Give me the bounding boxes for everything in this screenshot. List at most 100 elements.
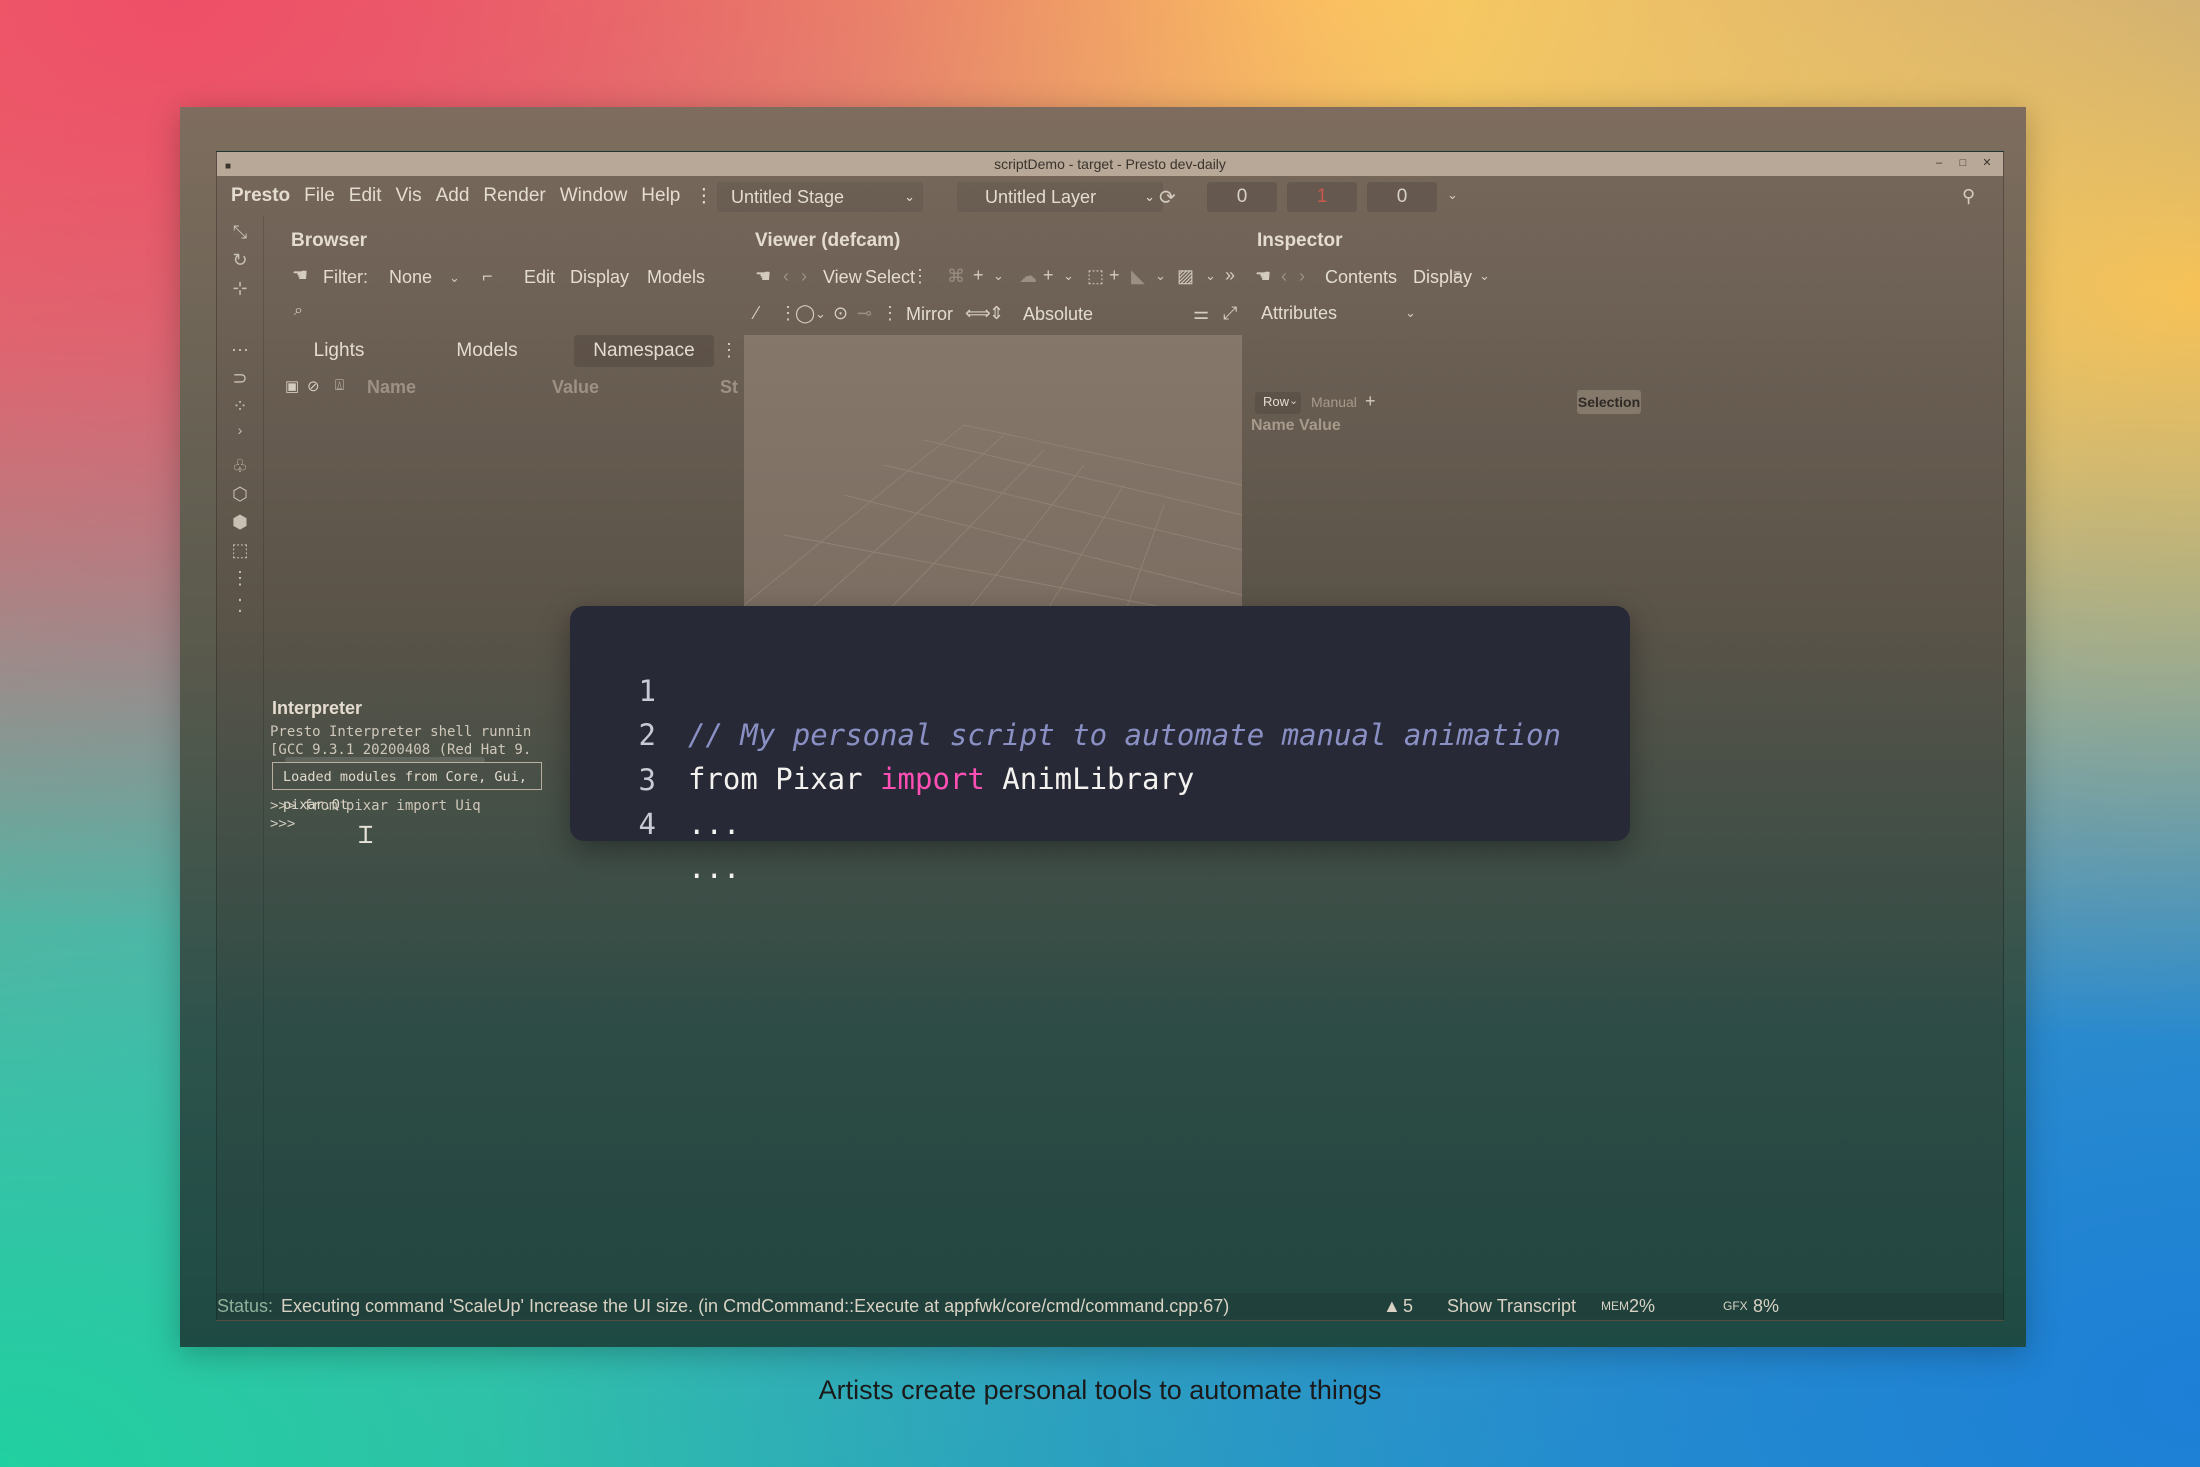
menu-edit[interactable]: Edit <box>349 185 382 207</box>
menu-render[interactable]: Render <box>483 185 545 207</box>
close-icon[interactable]: ✕ <box>1979 155 1995 171</box>
add-icon[interactable]: + <box>973 265 984 286</box>
column-name[interactable]: Name <box>367 377 416 398</box>
chevron-down-icon[interactable]: ⌄ <box>449 270 460 286</box>
list-icon[interactable]: ≡ <box>1453 266 1461 282</box>
warning-count[interactable]: 5 <box>1403 1293 1413 1320</box>
stage-select[interactable]: Untitled Stage ⌄ <box>717 182 923 212</box>
maximize-icon[interactable]: □ <box>1955 155 1971 171</box>
menu-file[interactable]: File <box>304 185 335 207</box>
double-chevron-right-icon[interactable]: » <box>1225 265 1235 286</box>
chevron-down-icon[interactable]: ⌄ <box>1447 187 1458 203</box>
snap-icon[interactable]: ⊸ <box>857 303 872 324</box>
add-icon[interactable]: + <box>1043 265 1054 286</box>
checkbox-icon[interactable]: ▣ <box>285 377 299 395</box>
lock-icon[interactable]: ⍍ <box>335 377 344 394</box>
chevron-down-icon[interactable]: ⌄ <box>993 268 1004 284</box>
browser-models-menu[interactable]: Models <box>647 267 705 288</box>
chevron-down-icon[interactable]: ⌄ <box>1063 268 1074 284</box>
search-icon[interactable]: ⌕ <box>294 302 303 320</box>
show-transcript-button[interactable]: Show Transcript <box>1447 1293 1576 1320</box>
dotted-frame-icon[interactable]: ⋮ <box>229 568 251 589</box>
minimize-icon[interactable]: – <box>1931 155 1947 171</box>
column-value[interactable]: Value <box>552 377 599 398</box>
visibility-icon[interactable]: ⊘ <box>307 377 320 395</box>
dots-icon[interactable]: ⁚ <box>229 596 251 617</box>
cube-solid-icon[interactable]: ⬢ <box>229 512 251 533</box>
warning-icon[interactable]: ▲ <box>1383 1293 1401 1320</box>
forward-icon[interactable]: › <box>801 266 807 287</box>
app-menu[interactable]: Presto <box>231 185 290 207</box>
filter-clear-icon[interactable]: ⌐ <box>482 266 493 287</box>
back-icon[interactable]: ‹ <box>1281 266 1287 287</box>
tab-lights[interactable]: Lights <box>269 335 409 367</box>
inspector-display-menu[interactable]: Display <box>1413 267 1472 288</box>
rotate-tool-icon[interactable]: ↻ <box>229 250 251 271</box>
shapes-icon[interactable]: ♧ <box>229 456 251 477</box>
sliders-icon[interactable]: ⚌ <box>1193 303 1209 324</box>
menu-overflow-icon[interactable]: ⋮ <box>694 185 713 208</box>
vertical-arrows-icon[interactable]: ⇕ <box>989 303 1004 324</box>
filter-select[interactable]: None <box>389 267 432 288</box>
layer-select[interactable]: Untitled Layer ⌄ <box>957 182 1163 212</box>
tabs-overflow-icon[interactable]: ⋮ <box>720 340 738 361</box>
absolute-toggle[interactable]: Absolute <box>1023 304 1093 325</box>
paint-icon[interactable]: ⁄ <box>755 303 758 324</box>
banner-line-2: [GCC 9.3.1 20200408 (Red Hat 9. <box>270 742 532 758</box>
more-tools-icon[interactable]: ⋯ <box>229 340 251 361</box>
manual-button[interactable]: Manual <box>1311 394 1357 410</box>
menu-window[interactable]: Window <box>560 185 628 207</box>
hand-icon[interactable]: ☚ <box>292 265 308 286</box>
chevron-down-icon[interactable]: ⌄ <box>1205 268 1216 284</box>
chevron-down-icon[interactable]: ⌄ <box>815 306 826 322</box>
tab-models[interactable]: Models <box>417 335 557 367</box>
points-icon[interactable]: ⁘ <box>229 396 251 417</box>
frame-start-field[interactable]: 0 <box>1207 182 1277 212</box>
inspector-contents-menu[interactable]: Contents <box>1325 267 1397 288</box>
frame-select-icon[interactable]: ⬚ <box>1087 266 1104 287</box>
row-select[interactable]: Row ⌄ <box>1255 392 1301 414</box>
overflow-icon[interactable]: ⋮ <box>881 303 899 324</box>
shading-icon[interactable]: ◣ <box>1131 266 1145 287</box>
forward-icon[interactable]: › <box>1299 266 1305 287</box>
lasso-icon[interactable]: ◯ <box>795 303 815 324</box>
attributes-select[interactable]: Attributes ⌄ <box>1255 298 1416 328</box>
refresh-icon[interactable]: ⟳ <box>1159 185 1176 210</box>
add-icon[interactable]: + <box>1109 265 1120 286</box>
viewport[interactable] <box>744 335 1242 615</box>
cube-outline-icon[interactable]: ⬡ <box>229 484 251 505</box>
add-row-icon[interactable]: + <box>1365 391 1376 412</box>
menu-vis[interactable]: Vis <box>396 185 422 207</box>
search-settings-icon[interactable]: ⚲ <box>1962 186 1975 207</box>
mirror-toggle[interactable]: Mirror <box>906 304 953 325</box>
viewer-overflow-icon[interactable]: ⋮ <box>911 266 929 287</box>
move-tool-icon[interactable]: ⤡ <box>229 222 251 243</box>
image-icon[interactable]: ▨ <box>1177 266 1194 287</box>
magnet-icon[interactable]: ⊃ <box>229 368 251 389</box>
browser-display-menu[interactable]: Display <box>570 267 629 288</box>
chevron-down-icon[interactable]: ⌄ <box>1155 268 1166 284</box>
menu-add[interactable]: Add <box>436 185 470 207</box>
light-icon[interactable]: ☁ <box>1019 266 1037 287</box>
scale-tool-icon[interactable]: ⊹ <box>229 278 251 299</box>
viewer-select-menu[interactable]: Select <box>865 267 915 288</box>
pivot-icon[interactable]: ⊙ <box>833 303 848 324</box>
horizontal-arrows-icon[interactable]: ⟺ <box>965 303 991 324</box>
hand-icon[interactable]: ☚ <box>1255 266 1271 287</box>
tab-namespace[interactable]: Namespace <box>574 335 714 367</box>
interpreter-history[interactable]: >>> from pixar import Uiq >>> <box>270 797 481 833</box>
camera-icon[interactable]: ⌘ <box>947 266 965 287</box>
browser-edit-menu[interactable]: Edit <box>524 267 555 288</box>
menu-help[interactable]: Help <box>641 185 680 207</box>
column-status[interactable]: St <box>720 377 738 398</box>
frame-icon[interactable]: ⬚ <box>229 540 251 561</box>
hand-icon[interactable]: ☚ <box>755 266 771 287</box>
chevron-right-icon[interactable]: › <box>229 422 251 438</box>
selection-button[interactable]: Selection <box>1577 390 1641 414</box>
frame-current-field[interactable]: 1 <box>1287 182 1357 212</box>
expand-icon[interactable]: ⤢ <box>1223 303 1237 324</box>
chevron-down-icon[interactable]: ⌄ <box>1479 268 1490 284</box>
back-icon[interactable]: ‹ <box>783 266 789 287</box>
viewer-view-menu[interactable]: View <box>823 267 862 288</box>
frame-end-field[interactable]: 0 <box>1367 182 1437 212</box>
